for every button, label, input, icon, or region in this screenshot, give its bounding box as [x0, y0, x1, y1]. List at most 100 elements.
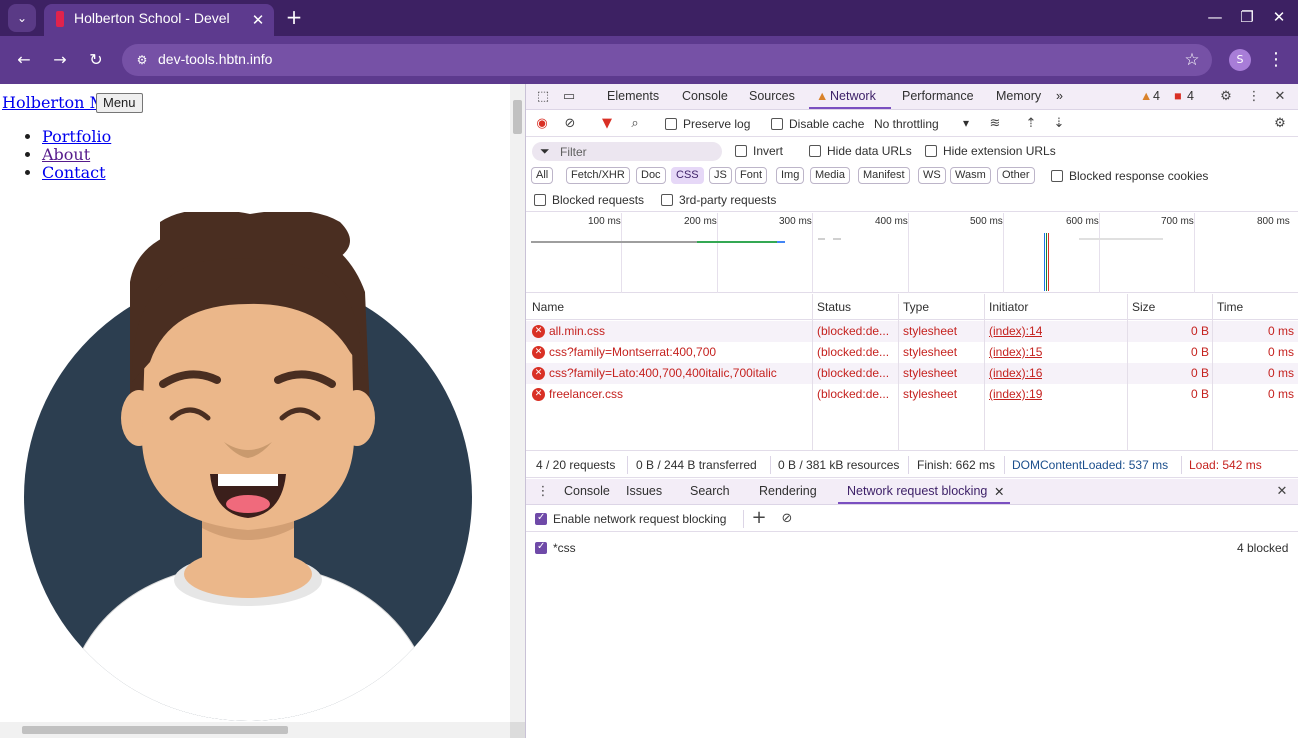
table-row[interactable]: ✕ freelancer.css (blocked:de... styleshe…: [526, 384, 1298, 405]
drawer-tab-rendering[interactable]: Rendering: [759, 484, 817, 498]
tab-console[interactable]: Console: [682, 89, 728, 103]
minimize-icon[interactable]: —: [1202, 6, 1228, 30]
scroll-thumb[interactable]: [513, 100, 522, 134]
type-filter-all[interactable]: All: [531, 167, 554, 184]
cell-initiator-link[interactable]: (index):14: [989, 324, 1042, 338]
tab-sources[interactable]: Sources: [749, 89, 795, 103]
drawer-tab-console[interactable]: Console: [564, 484, 610, 498]
browser-menu-icon[interactable]: ⋮: [1266, 46, 1286, 74]
new-tab-button[interactable]: +: [282, 6, 306, 30]
column-size[interactable]: Size: [1132, 300, 1155, 314]
type-filter-css[interactable]: CSS: [671, 167, 704, 184]
error-count[interactable]: 4: [1187, 89, 1194, 103]
filter-input[interactable]: ⏷ Filter: [532, 142, 722, 161]
address-bar[interactable]: ⚙ dev-tools.hbtn.info ☆: [122, 44, 1212, 76]
warning-icon[interactable]: ▲: [1140, 89, 1152, 103]
url-text[interactable]: dev-tools.hbtn.info: [158, 51, 272, 67]
export-har-icon[interactable]: ⇣: [1050, 115, 1068, 133]
tab-memory[interactable]: Memory: [996, 89, 1041, 103]
error-icon[interactable]: ■: [1174, 89, 1182, 103]
column-initiator[interactable]: Initiator: [989, 300, 1028, 314]
clear-icon[interactable]: ⊘: [561, 115, 579, 133]
blocked-response-cookies-checkbox[interactable]: [1051, 170, 1063, 182]
column-status[interactable]: Status: [817, 300, 851, 314]
throttling-select[interactable]: No throttling: [874, 117, 939, 131]
add-pattern-icon[interactable]: +: [750, 509, 768, 527]
profile-avatar[interactable]: S: [1229, 49, 1251, 71]
column-type[interactable]: Type: [903, 300, 929, 314]
menu-button[interactable]: Menu: [96, 93, 143, 113]
type-filter-doc[interactable]: Doc: [636, 167, 666, 184]
type-filter-other[interactable]: Other: [997, 167, 1035, 184]
record-stop-icon[interactable]: ◉: [533, 115, 551, 133]
blocking-pattern-item[interactable]: *css 4 blocked: [526, 536, 1298, 560]
column-name[interactable]: Name: [532, 300, 564, 314]
page-vertical-scrollbar[interactable]: [510, 84, 525, 722]
type-filter-font[interactable]: Font: [735, 167, 768, 184]
import-har-icon[interactable]: ⇡: [1022, 115, 1040, 133]
cell-initiator-link[interactable]: (index):15: [989, 345, 1042, 359]
dropdown-caret-icon[interactable]: ▾: [963, 116, 969, 130]
page-horizontal-scrollbar[interactable]: [0, 722, 510, 738]
browser-tab[interactable]: Holberton School - Devel ✕: [44, 4, 274, 36]
hide-extension-urls-checkbox[interactable]: [925, 145, 937, 157]
close-drawer-tab-icon[interactable]: ✕: [994, 484, 1004, 499]
type-filter-fetch-xhr[interactable]: Fetch/XHR: [566, 167, 630, 184]
more-tabs-icon[interactable]: »: [1056, 89, 1063, 103]
network-settings-icon[interactable]: ⚙: [1271, 115, 1289, 133]
filter-funnel-icon[interactable]: ▼: [598, 115, 616, 133]
scroll-thumb[interactable]: [22, 726, 288, 734]
settings-gear-icon[interactable]: ⚙: [1217, 88, 1235, 106]
type-filter-img[interactable]: Img: [776, 167, 805, 184]
nav-link-contact[interactable]: Contact: [42, 163, 106, 182]
column-time[interactable]: Time: [1217, 300, 1243, 314]
tab-network[interactable]: Network: [830, 89, 876, 103]
type-filter-manifest[interactable]: Manifest: [858, 167, 910, 184]
table-row[interactable]: ✕ css?family=Lato:400,700,400italic,700i…: [526, 363, 1298, 384]
site-info-icon[interactable]: ⚙: [132, 50, 152, 70]
drawer-tab-network-request-blocking[interactable]: Network request blocking: [847, 484, 987, 498]
device-toolbar-icon[interactable]: ▭: [560, 88, 578, 106]
back-icon[interactable]: ←: [10, 46, 38, 74]
timeline-bar: [818, 238, 825, 240]
type-filter-media[interactable]: Media: [810, 167, 850, 184]
close-devtools-icon[interactable]: ✕: [1271, 88, 1289, 106]
type-filter-js[interactable]: JS: [709, 167, 732, 184]
type-filter-ws[interactable]: WS: [918, 167, 946, 184]
hide-data-urls-checkbox[interactable]: [809, 145, 821, 157]
network-conditions-icon[interactable]: ≋: [986, 115, 1004, 133]
close-window-icon[interactable]: ✕: [1266, 6, 1292, 30]
nav-link-about[interactable]: About: [42, 145, 90, 164]
drawer-tab-search[interactable]: Search: [690, 484, 730, 498]
forward-icon[interactable]: →: [46, 46, 74, 74]
devtools-menu-icon[interactable]: ⋮: [1245, 88, 1263, 106]
close-tab-icon[interactable]: ✕: [248, 10, 268, 30]
third-party-requests-checkbox[interactable]: [661, 194, 673, 206]
blocked-requests-checkbox[interactable]: [534, 194, 546, 206]
remove-all-patterns-icon[interactable]: ⊘: [778, 510, 796, 528]
search-icon[interactable]: ⌕: [626, 115, 644, 133]
reload-icon[interactable]: ↻: [82, 46, 110, 74]
drawer-menu-icon[interactable]: ⋮: [534, 483, 552, 501]
bookmark-star-icon[interactable]: ☆: [1180, 48, 1204, 72]
pattern-enabled-checkbox[interactable]: [535, 541, 547, 554]
tab-performance[interactable]: Performance: [902, 89, 974, 103]
table-row[interactable]: ✕ css?family=Montserrat:400,700 (blocked…: [526, 342, 1298, 363]
restore-icon[interactable]: ❐: [1234, 6, 1260, 30]
tab-search-button[interactable]: ⌄: [8, 4, 36, 32]
cell-initiator-link[interactable]: (index):16: [989, 366, 1042, 380]
tab-elements[interactable]: Elements: [607, 89, 659, 103]
type-filter-wasm[interactable]: Wasm: [950, 167, 991, 184]
cell-initiator-link[interactable]: (index):19: [989, 387, 1042, 401]
enable-blocking-checkbox[interactable]: [535, 512, 547, 525]
invert-checkbox[interactable]: [735, 145, 747, 157]
disable-cache-checkbox[interactable]: [771, 118, 783, 130]
warning-count[interactable]: 4: [1153, 89, 1160, 103]
drawer-tab-issues[interactable]: Issues: [626, 484, 662, 498]
close-drawer-icon[interactable]: ✕: [1273, 483, 1291, 501]
network-overview-timeline[interactable]: 100 ms 200 ms 300 ms 400 ms 500 ms 600 m…: [526, 213, 1298, 293]
inspect-element-icon[interactable]: ⬚: [534, 88, 552, 106]
preserve-log-checkbox[interactable]: [665, 118, 677, 130]
table-row[interactable]: ✕ all.min.css (blocked:de... stylesheet …: [526, 321, 1298, 342]
nav-link-portfolio[interactable]: Portfolio: [42, 127, 111, 146]
